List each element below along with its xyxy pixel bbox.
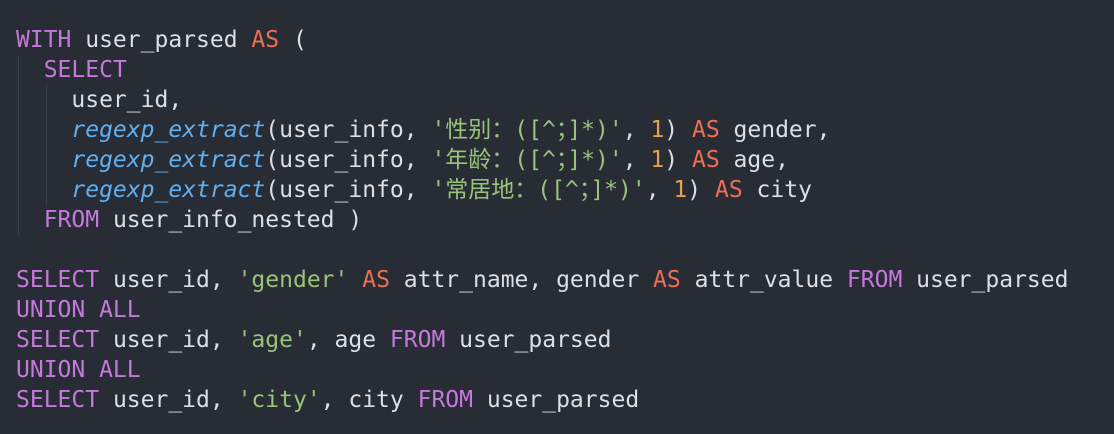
code-token-number: 1 xyxy=(650,117,665,143)
code-token-keyword: UNION ALL xyxy=(16,297,141,323)
code-token-as: AS xyxy=(691,117,720,143)
code-token-keyword: FROM xyxy=(43,207,100,233)
code-token-number: 1 xyxy=(650,147,665,173)
code-token-ident: , city xyxy=(320,387,418,413)
code-token-ident: attr_value xyxy=(680,267,847,293)
code-editor[interactable]: WITH user_parsed AS ( SELECT user_id, re… xyxy=(0,0,1114,434)
indent-guide xyxy=(18,85,19,115)
code-token-ident: , age xyxy=(306,327,390,353)
indent-guide xyxy=(18,175,19,205)
indent-guide xyxy=(45,115,47,145)
code-token-ident: (user_info, xyxy=(265,117,432,143)
code-token-ident: user_parsed xyxy=(473,387,640,413)
code-token-string: '性别：([^；]*)' xyxy=(431,117,623,143)
code-line: SELECT xyxy=(16,55,1114,85)
code-token-ident: user_info_nested ) xyxy=(99,207,363,233)
code-token-keyword: FROM xyxy=(417,387,473,413)
code-token-as: AS xyxy=(362,267,390,293)
code-token-ident: user_id, xyxy=(71,87,183,113)
code-token-func: regexp_extract xyxy=(71,117,266,143)
code-token-string: '年龄：([^；]*)' xyxy=(431,147,623,173)
code-line: regexp_extract(user_info, '常居地：([^；]*)',… xyxy=(16,175,1114,205)
indent-guide xyxy=(18,205,19,235)
indent-guide xyxy=(45,175,47,205)
code-line: user_id, xyxy=(16,85,1114,115)
code-token-as: AS xyxy=(653,267,681,293)
indent-guide xyxy=(18,55,19,85)
code-line: SELECT user_id, 'age', age FROM user_par… xyxy=(16,325,1114,355)
code-token-punct: , xyxy=(622,147,651,173)
code-token-ident: gender, xyxy=(719,117,831,143)
indent-guide xyxy=(45,145,47,175)
code-token-ident: (user_info, xyxy=(265,147,432,173)
code-token-keyword: FROM xyxy=(389,327,446,353)
code-token-ident: user_id, xyxy=(99,387,238,413)
code-token-punct: , xyxy=(622,117,651,143)
code-line: FROM user_info_nested ) xyxy=(16,205,1114,235)
code-token-ident: user_id, xyxy=(99,327,238,353)
code-token-string: 'gender' xyxy=(237,267,349,293)
code-token-ident: (user_info, xyxy=(265,177,432,203)
code-token-as: AS xyxy=(251,27,280,53)
code-token-punct: ( xyxy=(279,27,307,53)
code-token-string: 'city' xyxy=(237,387,321,413)
code-token-as: AS xyxy=(691,147,720,173)
code-token-punct: ) xyxy=(687,177,715,203)
code-token-keyword: FROM xyxy=(846,267,903,293)
code-token-punct: ) xyxy=(664,147,692,173)
code-token-keyword: UNION ALL xyxy=(16,357,141,383)
code-token-as: AS xyxy=(714,177,743,203)
code-token-ident: age, xyxy=(719,147,789,173)
code-token-ident: attr_name, gender xyxy=(389,267,654,293)
code-token-string: '常居地：([^；]*)' xyxy=(431,177,646,203)
code-token-ident: user_parsed xyxy=(902,267,1069,293)
code-token-keyword: SELECT xyxy=(43,57,127,83)
code-token-ident: city xyxy=(742,177,812,203)
code-token-punct: ) xyxy=(664,117,692,143)
code-line: UNION ALL xyxy=(16,355,1114,385)
code-token-keyword: WITH xyxy=(16,27,72,53)
code-line: SELECT user_id, 'city', city FROM user_p… xyxy=(16,385,1114,415)
code-token-func: regexp_extract xyxy=(71,177,266,203)
code-token-keyword: SELECT xyxy=(16,267,100,293)
code-token-func: regexp_extract xyxy=(71,147,266,173)
code-line: regexp_extract(user_info, '性别：([^；]*)', … xyxy=(16,115,1114,145)
code-token-keyword: SELECT xyxy=(16,387,100,413)
code-token-punct: , xyxy=(645,177,674,203)
code-line: regexp_extract(user_info, '年龄：([^；]*)', … xyxy=(16,145,1114,175)
code-token-keyword: SELECT xyxy=(16,327,100,353)
code-token-number: 1 xyxy=(673,177,688,203)
code-token-string: 'age' xyxy=(237,327,307,353)
code-line: SELECT user_id, 'gender' AS attr_name, g… xyxy=(16,265,1114,295)
indent-guide xyxy=(45,85,47,115)
indent-guide xyxy=(18,145,19,175)
code-token-punct xyxy=(348,267,362,293)
code-token-ident: user_parsed xyxy=(71,27,252,53)
code-line: UNION ALL xyxy=(16,295,1114,325)
indent-guide xyxy=(18,115,19,145)
code-line: WITH user_parsed AS ( xyxy=(16,25,1114,55)
code-token-ident: user_parsed xyxy=(445,327,612,353)
code-token-ident: user_id, xyxy=(99,267,238,293)
